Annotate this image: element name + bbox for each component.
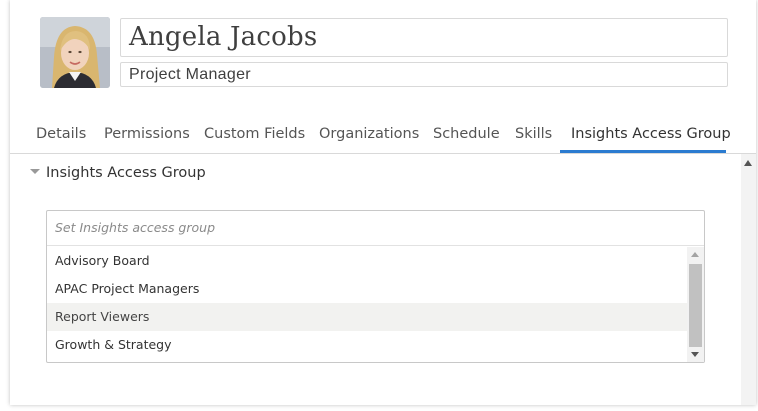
tab-insights-access-group[interactable]: Insights Access Group [560,118,731,153]
access-group-input[interactable]: Set Insights access group [47,211,704,246]
tab-organizations[interactable]: Organizations [319,118,419,153]
tab-details[interactable]: Details [36,118,86,153]
avatar[interactable] [40,17,110,88]
tab-schedule[interactable]: Schedule [433,118,500,153]
dropdown-scrollbar[interactable] [687,247,704,362]
access-group-options: Advisory Board APAC Project Managers Rep… [47,247,687,362]
profile-tabs: Details Permissions Custom Fields Organi… [10,118,756,154]
tab-permissions[interactable]: Permissions [104,118,190,153]
name-field[interactable]: Angela Jacobs [120,18,728,57]
caret-down-icon [30,169,40,174]
section-toggle[interactable]: Insights Access Group [30,162,206,184]
arrow-down-icon[interactable] [691,352,699,357]
scrollbar-thumb[interactable] [689,264,702,347]
section-title: Insights Access Group [46,165,206,181]
option-apac-project-managers[interactable]: APAC Project Managers [47,275,687,303]
option-growth-strategy[interactable]: Growth & Strategy [47,331,687,359]
job-title-field[interactable]: Project Manager [120,62,728,87]
avatar-photo [40,17,110,88]
option-advisory-board[interactable]: Advisory Board [47,247,687,275]
tab-custom-fields[interactable]: Custom Fields [204,118,305,153]
tab-skills[interactable]: Skills [515,118,552,153]
option-report-viewers[interactable]: Report Viewers [47,303,687,331]
arrow-up-icon[interactable] [691,252,699,257]
arrow-up-icon[interactable] [744,160,752,166]
access-group-dropdown[interactable]: Set Insights access group Advisory Board… [46,210,705,363]
page-scrollbar[interactable] [741,154,756,405]
user-profile-panel: Angela Jacobs Project Manager Details Pe… [10,0,756,405]
